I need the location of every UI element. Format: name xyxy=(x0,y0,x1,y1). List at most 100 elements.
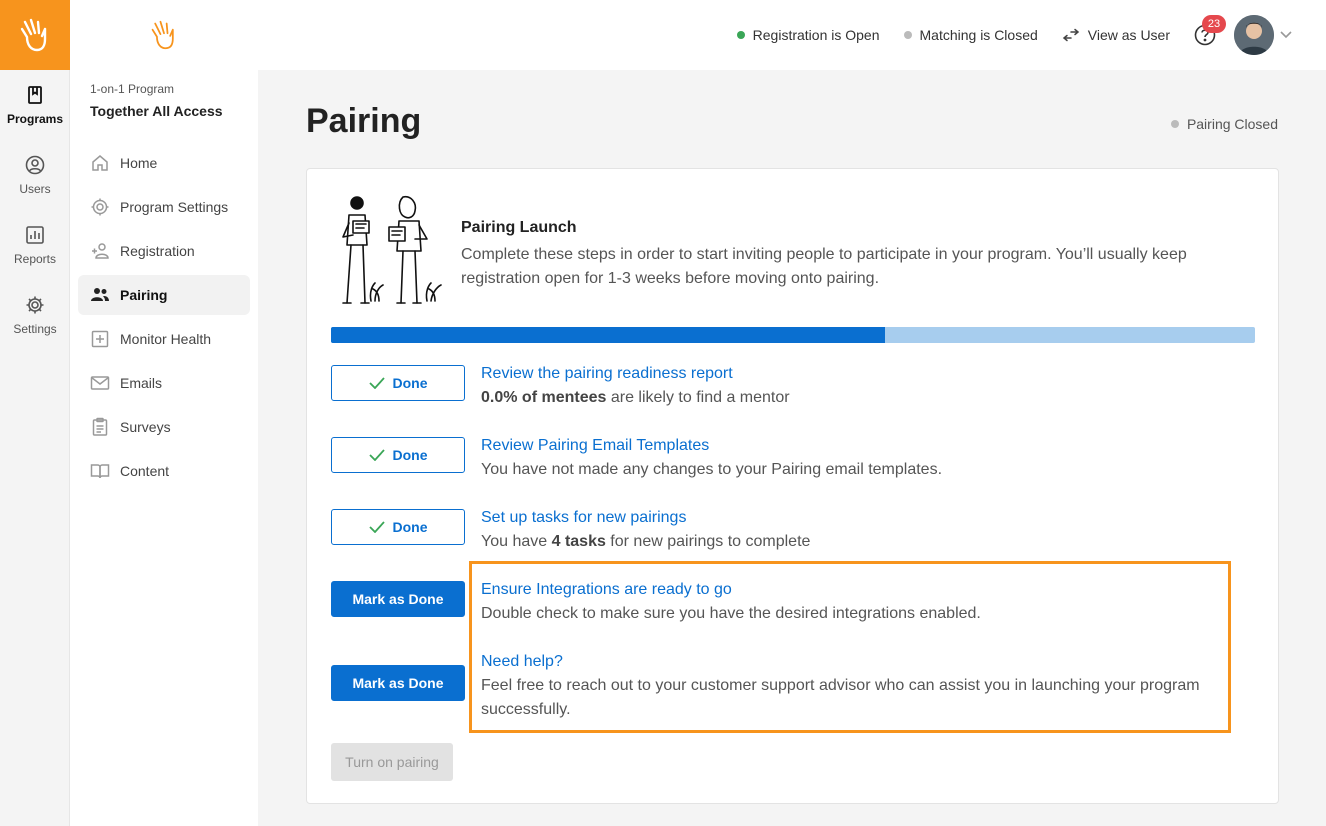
home-icon xyxy=(92,155,108,171)
registration-status-label: Registration is Open xyxy=(752,27,880,43)
turn-on-pairing-button[interactable]: Turn on pairing xyxy=(331,743,453,781)
add-user-icon xyxy=(92,243,109,259)
step-link-email-templates[interactable]: Review Pairing Email Templates xyxy=(481,434,709,458)
step-description: You have not made any changes to your Pa… xyxy=(481,461,943,478)
avatar xyxy=(1234,15,1274,55)
rail-item-label: Settings xyxy=(13,321,57,336)
pairing-status-label: Pairing Closed xyxy=(1186,116,1278,132)
pairing-launch-card: Pairing Launch Complete these steps in o… xyxy=(306,168,1279,804)
hand-wave-icon xyxy=(151,20,174,50)
rail-item-label: Programs xyxy=(6,111,64,126)
sidebar-item-program-settings[interactable]: Program Settings xyxy=(78,187,250,227)
avatar-image xyxy=(1234,15,1274,55)
step-done-button[interactable]: Done xyxy=(331,437,465,473)
closed-status-dot xyxy=(1170,120,1179,128)
registration-status: Registration is Open xyxy=(736,27,880,43)
sidebar-item-label: Pairing xyxy=(120,287,168,303)
program-header: 1-on-1 Program Together All Access xyxy=(70,70,258,119)
check-icon xyxy=(368,377,385,389)
open-status-dot xyxy=(736,31,745,39)
step-description: 0.0% of mentees are likely to find a men… xyxy=(481,386,1221,410)
step-description: You have 4 tasks for new pairings to com… xyxy=(481,530,1221,554)
app-rail: Programs Users Reports Settings xyxy=(0,0,70,826)
sidebar-item-home[interactable]: Home xyxy=(78,143,250,183)
view-as-user-button[interactable]: View as User xyxy=(1062,27,1170,43)
rail-item-label: Users xyxy=(19,181,51,196)
step-desc-text: are likely to find a mentor xyxy=(606,389,790,406)
user-menu[interactable] xyxy=(1234,15,1292,55)
launch-description: Complete these steps in order to start i… xyxy=(461,246,1187,287)
pairing-status: Pairing Closed xyxy=(1170,116,1278,132)
mark-as-done-button[interactable]: Mark as Done xyxy=(331,581,465,617)
program-type: 1-on-1 Program xyxy=(90,82,175,96)
step-done-button[interactable]: Done xyxy=(331,365,465,401)
sidebar-nav: Home Program Settings Registration Pairi… xyxy=(70,143,258,491)
plus-square-icon xyxy=(91,330,109,348)
sidebar-logo xyxy=(70,0,258,70)
step-link-readiness-report[interactable]: Review the pairing readiness report xyxy=(481,362,733,386)
progress-fill xyxy=(331,327,886,343)
users-icon xyxy=(91,288,109,301)
program-name: Together All Access xyxy=(90,103,223,119)
sidebar-item-emails[interactable]: Emails xyxy=(78,363,250,403)
hand-wave-icon xyxy=(20,18,47,52)
sidebar-item-registration[interactable]: Registration xyxy=(78,231,250,271)
step-desc-text: You have xyxy=(481,533,552,550)
swap-arrows-icon xyxy=(1062,28,1079,42)
closed-status-dot xyxy=(903,31,912,39)
help-button[interactable]: 23 xyxy=(1194,15,1226,46)
sidebar-item-monitor-health[interactable]: Monitor Health xyxy=(78,319,250,359)
sidebar-item-label: Content xyxy=(120,463,170,479)
step-text: Set up tasks for new pairings You have 4… xyxy=(481,506,1221,554)
check-icon xyxy=(368,449,385,461)
launch-title: Pairing Launch xyxy=(461,219,577,236)
matching-status: Matching is Closed xyxy=(903,27,1038,43)
clipboard-icon xyxy=(92,417,108,436)
step-done-button[interactable]: Done xyxy=(331,509,465,545)
step-button-label: Mark as Done xyxy=(352,675,444,691)
mail-icon xyxy=(90,376,110,390)
notification-badge: 23 xyxy=(1202,15,1226,33)
sidebar-item-pairing[interactable]: Pairing xyxy=(78,275,250,315)
sidebar-item-surveys[interactable]: Surveys xyxy=(78,407,250,447)
chevron-down-icon xyxy=(1280,31,1292,39)
two-people-illustration xyxy=(342,195,442,304)
page-title: Pairing xyxy=(306,102,422,140)
step-button-label: Done xyxy=(392,375,428,391)
sidebar-item-content[interactable]: Content xyxy=(78,451,250,491)
app-logo[interactable] xyxy=(0,0,70,70)
gear-icon xyxy=(91,198,109,216)
view-as-user-label: View as User xyxy=(1087,27,1170,43)
rail-item-label: Reports xyxy=(13,251,57,266)
rail-item-settings[interactable]: Settings xyxy=(0,280,70,350)
highlight-box xyxy=(469,561,1231,733)
mark-as-done-button[interactable]: Mark as Done xyxy=(331,665,465,701)
sidebar-item-label: Registration xyxy=(120,243,195,259)
matching-status-label: Matching is Closed xyxy=(919,27,1038,43)
launch-progress-bar xyxy=(331,327,1255,343)
rail-item-programs[interactable]: Programs xyxy=(0,70,70,140)
rail-item-reports[interactable]: Reports xyxy=(0,210,70,280)
sidebar-item-label: Monitor Health xyxy=(120,331,212,347)
step-desc-text: for new pairings to complete xyxy=(605,533,811,550)
check-icon xyxy=(368,521,385,533)
sidebar-item-label: Emails xyxy=(120,375,163,391)
step-button-label: Mark as Done xyxy=(352,591,444,607)
program-sidebar: 1-on-1 Program Together All Access Home … xyxy=(70,0,258,826)
step-button-label: Done xyxy=(392,519,428,535)
launch-header: Pairing Launch Complete these steps in o… xyxy=(331,193,1251,313)
user-circle-icon xyxy=(25,155,45,174)
step-text: Review Pairing Email Templates You have … xyxy=(481,434,1221,482)
top-bar: Registration is Open Matching is Closed … xyxy=(258,0,1326,70)
step-desc-bold: 0.0% of mentees xyxy=(481,389,607,406)
rail-item-users[interactable]: Users xyxy=(0,140,70,210)
book-icon xyxy=(28,85,42,104)
chart-icon xyxy=(26,225,44,244)
step-link-pairing-tasks[interactable]: Set up tasks for new pairings xyxy=(481,506,686,530)
book-open-icon xyxy=(90,464,110,479)
step-text: Review the pairing readiness report 0.0%… xyxy=(481,362,1221,410)
step-desc-bold: 4 tasks xyxy=(551,533,606,550)
step-button-label: Done xyxy=(392,447,428,463)
sidebar-item-label: Home xyxy=(120,155,158,171)
gear-icon xyxy=(26,296,44,313)
